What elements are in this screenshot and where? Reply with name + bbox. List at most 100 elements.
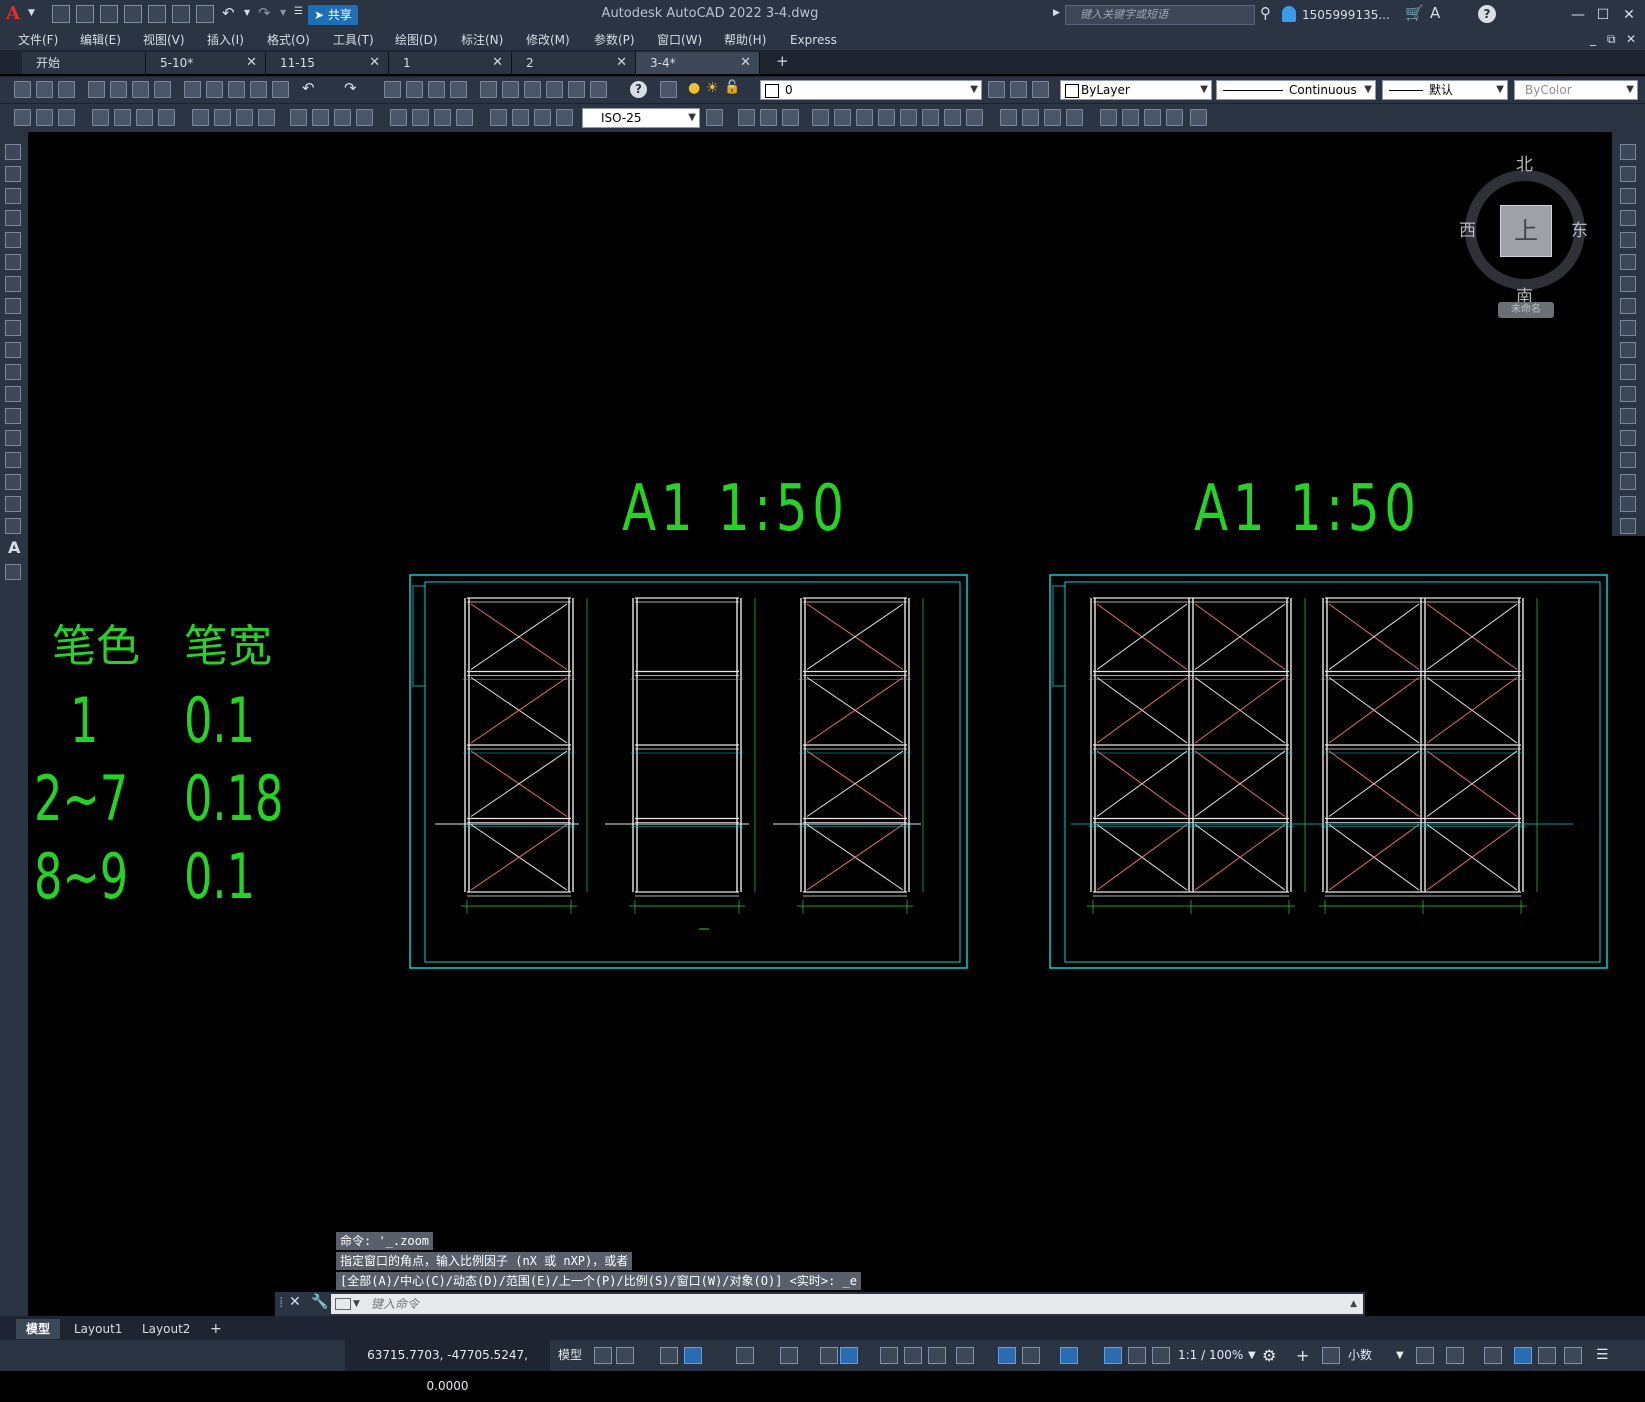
line-icon[interactable] xyxy=(5,144,21,160)
tab-1[interactable]: 1 ✕ xyxy=(389,52,512,74)
save-as-icon[interactable] xyxy=(124,5,142,23)
zoom-window-icon[interactable] xyxy=(428,81,445,98)
plot-icon[interactable] xyxy=(196,5,214,23)
break-icon[interactable] xyxy=(1620,408,1636,424)
gradient-icon[interactable] xyxy=(5,474,21,490)
command-input[interactable]: ▼ 键入命令 ▲ xyxy=(331,1294,1363,1314)
rotate-icon[interactable] xyxy=(1620,276,1636,292)
plotstyle-dropdown[interactable]: ByColor ▼ xyxy=(1514,80,1638,100)
chamfer-icon[interactable] xyxy=(1044,109,1061,126)
chevron-down-icon[interactable]: ▼ xyxy=(1396,1340,1404,1371)
table-icon[interactable] xyxy=(5,518,21,534)
user-icon[interactable] xyxy=(1282,6,1296,22)
pan-icon[interactable] xyxy=(384,81,401,98)
open-file-icon[interactable] xyxy=(76,5,94,23)
dim-jogged-icon[interactable] xyxy=(136,109,153,126)
dim-arc-icon[interactable] xyxy=(58,109,75,126)
ucs-menu[interactable]: 未命名 xyxy=(1498,302,1554,318)
insert-block-icon[interactable] xyxy=(5,386,21,402)
viewcube-north[interactable]: 北 xyxy=(1516,150,1533,175)
tab-5-10[interactable]: 5-10* ✕ xyxy=(146,52,266,74)
close-icon[interactable]: ✕ xyxy=(616,52,627,74)
markup-icon[interactable] xyxy=(568,81,585,98)
isolate-objects-icon[interactable] xyxy=(1484,1347,1502,1364)
menu-view[interactable]: 视图(V) xyxy=(143,30,185,50)
dim-update-icon[interactable] xyxy=(490,109,507,126)
doc-restore-icon[interactable]: ⧉ xyxy=(1607,32,1616,47)
multiline-text-icon[interactable]: A xyxy=(8,538,20,557)
cart-icon[interactable]: 🛒 xyxy=(1405,4,1424,22)
color-dropdown[interactable]: ByLayer ▼ xyxy=(1060,80,1212,100)
linetype-dropdown[interactable]: Continuous ▼ xyxy=(1216,80,1376,100)
paste-icon[interactable] xyxy=(228,81,245,98)
tab-3-4[interactable]: 3-4* ✕ xyxy=(636,52,760,74)
region-icon[interactable] xyxy=(5,496,21,512)
dynamic-input-icon[interactable] xyxy=(684,1347,702,1364)
3d-print-icon[interactable] xyxy=(154,81,171,98)
units-value[interactable]: 小数 xyxy=(1348,1340,1372,1371)
erase-icon[interactable] xyxy=(738,109,755,126)
dim-style-icon[interactable] xyxy=(512,109,529,126)
object-snap-tracking-icon[interactable] xyxy=(840,1347,858,1364)
spline-icon[interactable] xyxy=(5,320,21,336)
inspect-icon[interactable] xyxy=(390,109,407,126)
viewcube-east[interactable]: 东 xyxy=(1571,216,1588,241)
menu-draw[interactable]: 绘图(D) xyxy=(395,30,438,50)
scale-icon[interactable] xyxy=(1620,298,1636,314)
model-space-toggle[interactable]: 模型 xyxy=(558,1340,582,1371)
mirror-icon[interactable] xyxy=(1620,188,1636,204)
tab-11-15[interactable]: 11-15 ✕ xyxy=(266,52,389,74)
doc-close-icon[interactable]: ✕ xyxy=(1626,32,1636,46)
search-input[interactable]: 键入关键字或短语 xyxy=(1065,5,1255,25)
transparency-icon[interactable] xyxy=(904,1347,922,1364)
selection-filter-icon[interactable] xyxy=(1022,1347,1040,1364)
trim-icon[interactable] xyxy=(1620,342,1636,358)
mirror-icon[interactable] xyxy=(782,109,799,126)
layer-dropdown[interactable]: 0 ▼ xyxy=(760,80,982,100)
chamfer-icon[interactable] xyxy=(1620,452,1636,468)
rectangle-icon[interactable] xyxy=(5,232,21,248)
layout-tab-layout2[interactable]: Layout2 xyxy=(132,1319,200,1339)
explode-icon[interactable] xyxy=(1100,109,1117,126)
coordinates-readout[interactable]: 63715.7703, -47705.5247, 0.0000 xyxy=(345,1340,550,1393)
offset-icon[interactable] xyxy=(812,109,829,126)
layer-properties-icon[interactable] xyxy=(660,81,677,98)
menu-edit[interactable]: 编辑(E) xyxy=(80,30,121,50)
match-properties-icon[interactable] xyxy=(250,81,267,98)
menu-tools[interactable]: 工具(T) xyxy=(333,30,374,50)
menu-modify[interactable]: 修改(M) xyxy=(526,30,570,50)
ortho-icon[interactable] xyxy=(736,1347,754,1364)
units-icon[interactable] xyxy=(1322,1347,1340,1364)
polyline-icon[interactable] xyxy=(5,188,21,204)
chevron-down-icon[interactable]: ▼ xyxy=(1248,1340,1256,1371)
search-expand-icon[interactable]: ▶ xyxy=(1053,8,1060,18)
close-window-icon[interactable]: ✕ xyxy=(1618,4,1640,26)
save-icon[interactable] xyxy=(58,81,75,98)
block-editor-icon[interactable] xyxy=(272,81,289,98)
layer-on-icon[interactable]: ● xyxy=(688,80,700,96)
help-icon[interactable]: ? xyxy=(630,81,647,98)
clean-screen-icon[interactable] xyxy=(1538,1347,1556,1364)
ellipse-arc-icon[interactable] xyxy=(5,364,21,380)
dim-angular-icon[interactable] xyxy=(192,109,209,126)
lineweight-icon[interactable] xyxy=(880,1347,898,1364)
blend-curves-icon[interactable] xyxy=(1620,496,1636,512)
selection-cycling-icon[interactable] xyxy=(928,1347,946,1364)
point-icon[interactable] xyxy=(5,430,21,446)
overkill-icon[interactable] xyxy=(1190,109,1207,126)
chevron-down-icon[interactable]: ▼ xyxy=(353,1294,360,1314)
make-block-icon[interactable] xyxy=(5,408,21,424)
tab-2[interactable]: 2 ✕ xyxy=(512,52,636,74)
make-current-layer-icon[interactable] xyxy=(988,81,1005,98)
redo-icon[interactable]: ↷ xyxy=(258,4,271,22)
stretch-icon[interactable] xyxy=(922,109,939,126)
viewcube-top-face[interactable]: 上 xyxy=(1500,205,1552,257)
hardware-acceleration-icon[interactable] xyxy=(1514,1347,1532,1364)
close-icon[interactable]: ✕ xyxy=(289,1294,301,1310)
snap-icon[interactable] xyxy=(616,1347,634,1364)
annotation-scale-icon[interactable] xyxy=(1152,1347,1170,1364)
menu-format[interactable]: 格式(O) xyxy=(267,30,310,50)
new-layout-icon[interactable]: + xyxy=(200,1319,232,1339)
arc-icon[interactable] xyxy=(5,254,21,270)
explode-icon[interactable] xyxy=(1620,518,1636,534)
